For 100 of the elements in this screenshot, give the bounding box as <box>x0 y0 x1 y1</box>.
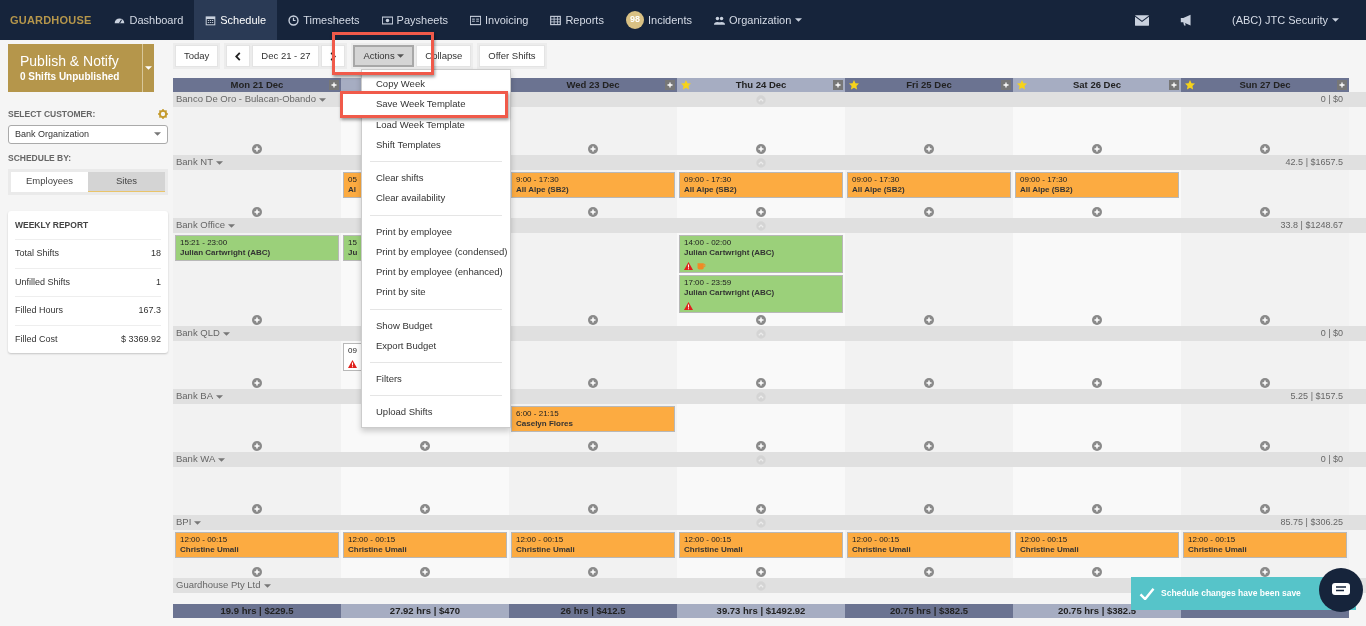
group-name[interactable]: Bank NT <box>176 155 213 170</box>
group-name[interactable]: BPI <box>176 515 192 530</box>
add-shift-button[interactable] <box>1260 567 1270 577</box>
shift-card[interactable]: 12:00 - 00:15 Christine Umali <box>847 532 1011 558</box>
next-button[interactable] <box>321 45 346 67</box>
group-name[interactable]: Bank QLD <box>176 326 220 341</box>
add-shift-button[interactable] <box>1092 441 1102 451</box>
add-shift-button[interactable] <box>252 504 262 514</box>
add-shift-button[interactable] <box>252 207 262 217</box>
add-shift-button[interactable] <box>756 378 766 388</box>
account-menu[interactable]: (ABC) JTC Security <box>1221 0 1350 40</box>
nav-link[interactable]: Invoicing <box>459 0 540 40</box>
add-shift-button[interactable] <box>924 207 934 217</box>
add-day-button[interactable] <box>665 80 675 90</box>
previous-button[interactable] <box>226 45 251 67</box>
add-shift-button[interactable] <box>1092 315 1102 325</box>
menu-item[interactable]: Load Week Template <box>362 114 510 135</box>
menu-item[interactable]: Shift Templates <box>362 134 510 155</box>
group-name[interactable]: Bank WA <box>176 452 216 467</box>
toggle-option[interactable]: Sites <box>88 171 165 192</box>
add-shift-button[interactable] <box>1260 504 1270 514</box>
add-shift-button[interactable] <box>588 504 598 514</box>
nav-link[interactable]: Organization <box>703 0 814 40</box>
menu-item[interactable]: Clear shifts <box>362 168 510 189</box>
nav-link[interactable]: Dashboard <box>103 0 195 40</box>
menu-item[interactable]: Print by employee (condensed) <box>362 241 510 262</box>
dropdown-toggle-button[interactable] <box>142 44 154 92</box>
shift-card[interactable]: 12:00 - 00:15 Christine Umali <box>175 532 339 558</box>
add-shift-button[interactable] <box>588 207 598 217</box>
nav-link[interactable]: Timesheets <box>277 0 371 40</box>
add-shift-button[interactable] <box>1092 567 1102 577</box>
add-shift-button[interactable] <box>1092 144 1102 154</box>
date-range-button[interactable]: Dec 21 - 27 <box>252 45 320 67</box>
add-shift-button[interactable] <box>420 441 430 451</box>
shift-card[interactable]: 12:00 - 00:15 Christine Umali <box>1015 532 1179 558</box>
offer-shifts-button[interactable]: Offer Shifts <box>479 45 545 67</box>
add-shift-button[interactable] <box>924 378 934 388</box>
group-name[interactable]: Bank Office <box>176 218 225 233</box>
menu-item[interactable]: Save Week Template <box>362 94 505 115</box>
add-shift-button[interactable] <box>1260 144 1270 154</box>
add-shift-button[interactable] <box>756 207 766 217</box>
shift-card[interactable]: 12:00 - 00:15 Christine Umali <box>343 532 507 558</box>
add-shift-button[interactable] <box>252 315 262 325</box>
add-shift-button[interactable] <box>1260 315 1270 325</box>
add-shift-button[interactable] <box>252 144 262 154</box>
add-shift-button[interactable] <box>756 441 766 451</box>
add-shift-button[interactable] <box>924 504 934 514</box>
menu-item[interactable]: Show Budget <box>362 315 510 336</box>
customer-select[interactable]: Bank Organization <box>8 124 168 144</box>
add-shift-button[interactable] <box>420 567 430 577</box>
add-shift-button[interactable] <box>924 441 934 451</box>
add-shift-button[interactable] <box>756 504 766 514</box>
shift-card[interactable]: 17:00 - 23:59 Julian Cartwright (ABC) <box>679 275 843 313</box>
add-shift-button[interactable] <box>924 567 934 577</box>
add-shift-button[interactable] <box>588 378 598 388</box>
today-button[interactable]: Today <box>175 45 219 67</box>
add-shift-button[interactable] <box>1092 378 1102 388</box>
add-shift-button[interactable] <box>924 315 934 325</box>
nav-link[interactable]: Reports <box>539 0 615 40</box>
shift-card[interactable]: 12:00 - 00:15 Christine Umali <box>1183 532 1347 558</box>
add-shift-button[interactable] <box>252 441 262 451</box>
add-shift-button[interactable] <box>1092 504 1102 514</box>
nav-link[interactable]: 98 Incidents <box>614 0 703 40</box>
add-shift-button[interactable] <box>420 504 430 514</box>
shift-card[interactable]: 12:00 - 00:15 Christine Umali <box>679 532 843 558</box>
menu-item[interactable]: Clear availability <box>362 188 510 209</box>
add-shift-button[interactable] <box>924 144 934 154</box>
brand-logo[interactable]: GUARDHOUSE <box>10 11 92 29</box>
menu-item[interactable]: Export Budget <box>362 335 510 356</box>
nav-link[interactable]: Paysheets <box>370 0 459 40</box>
menu-item[interactable]: Print by employee <box>362 221 510 242</box>
menu-item[interactable]: Upload Shifts <box>362 402 510 423</box>
add-shift-button[interactable] <box>588 144 598 154</box>
shift-card[interactable]: 12:00 - 00:15 Christine Umali <box>511 532 675 558</box>
add-shift-button[interactable] <box>588 567 598 577</box>
shift-card[interactable]: 09:00 - 17:30 All Alpe (SB2) <box>1015 172 1179 198</box>
add-shift-button[interactable] <box>1260 378 1270 388</box>
add-shift-button[interactable] <box>588 441 598 451</box>
actions-button[interactable]: Actions <box>353 45 415 67</box>
add-shift-button[interactable] <box>1092 207 1102 217</box>
add-shift-button[interactable] <box>1260 441 1270 451</box>
nav-link[interactable]: Schedule <box>194 0 278 40</box>
group-name[interactable]: Bank BA <box>176 389 213 404</box>
add-shift-button[interactable] <box>588 315 598 325</box>
shift-card[interactable]: 09:00 - 17:30 All Alpe (SB2) <box>847 172 1011 198</box>
toggle-option[interactable]: Employees <box>11 171 88 192</box>
shift-card[interactable]: 6:00 - 21:15 Caselyn Flores <box>511 406 675 432</box>
shift-card[interactable]: 14:00 - 02:00 Julian Cartwright (ABC) <box>679 235 843 273</box>
menu-item[interactable]: Print by employee (enhanced) <box>362 262 510 283</box>
add-shift-button[interactable] <box>252 567 262 577</box>
menu-item[interactable]: Print by site <box>362 282 510 303</box>
add-day-button[interactable] <box>833 80 843 90</box>
add-day-button[interactable] <box>1169 80 1179 90</box>
add-day-button[interactable] <box>1001 80 1011 90</box>
add-day-button[interactable] <box>1337 80 1347 90</box>
add-day-button[interactable] <box>329 80 339 90</box>
add-shift-button[interactable] <box>756 567 766 577</box>
group-name[interactable]: Banco De Oro - Bulacan-Obando <box>176 92 316 107</box>
menu-item[interactable]: Copy Week <box>362 74 510 95</box>
add-shift-button[interactable] <box>756 144 766 154</box>
